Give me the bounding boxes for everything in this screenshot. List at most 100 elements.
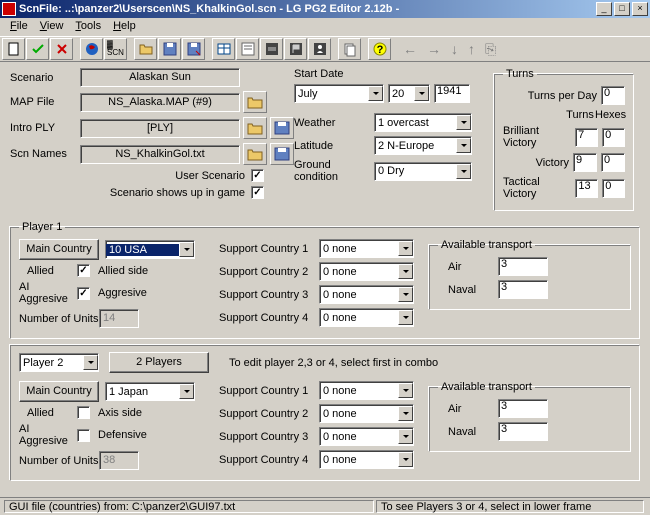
user-scn-checkbox[interactable]	[251, 169, 264, 182]
p1-air-input[interactable]: 3	[498, 257, 548, 276]
v-hex-input[interactable]: 0	[601, 153, 625, 172]
map-file-field[interactable]: NS_Alaska.MAP (#9)	[80, 93, 240, 112]
chevron-down-icon[interactable]	[398, 406, 413, 421]
shows-checkbox[interactable]	[251, 186, 264, 199]
chevron-down-icon[interactable]	[398, 452, 413, 467]
tv-turns-input[interactable]: 13	[575, 179, 598, 198]
p1-main-country-button[interactable]: Main Country	[19, 239, 99, 260]
bv-turns-input[interactable]: 7	[575, 128, 598, 147]
weather-select[interactable]: 1 overcast	[374, 113, 472, 132]
close-button[interactable]: ×	[632, 2, 648, 16]
year-input[interactable]: 1941	[434, 84, 470, 103]
p1-ai-desc: Aggresive	[98, 287, 147, 299]
menu-view[interactable]: View	[34, 20, 70, 34]
tb-save-icon[interactable]	[158, 38, 181, 60]
players-count-button[interactable]: 2 Players	[109, 352, 209, 373]
scn-browse-button[interactable]	[243, 143, 267, 165]
tb-help-icon[interactable]: ?	[368, 38, 391, 60]
chevron-down-icon[interactable]	[414, 86, 429, 101]
chevron-down-icon[interactable]	[179, 242, 194, 257]
scn-txt-field[interactable]: NS_KhalkinGol.txt	[80, 145, 240, 164]
tb-close-icon[interactable]	[50, 38, 73, 60]
scn-label: Scn Names	[10, 148, 80, 160]
p1-sc2-select[interactable]: 0 none	[319, 262, 414, 281]
p1-sc3-select[interactable]: 0 none	[319, 285, 414, 304]
latitude-select[interactable]: 2 N-Europe	[374, 136, 472, 155]
tb-table-icon[interactable]	[212, 38, 235, 60]
tb-flag-icon[interactable]	[284, 38, 307, 60]
scenario-name-field[interactable]: Alaskan Sun	[80, 68, 240, 87]
p2-main-country-button[interactable]: Main Country	[19, 381, 99, 402]
p2-naval-label: Naval	[438, 426, 498, 438]
map-browse-button[interactable]	[243, 91, 267, 113]
tb-open-icon[interactable]	[134, 38, 157, 60]
weather-label: Weather	[294, 117, 374, 129]
maximize-button[interactable]: □	[614, 2, 630, 16]
p2-allied-side: Axis side	[98, 407, 142, 419]
tb-globe-icon[interactable]	[80, 38, 103, 60]
chevron-down-icon[interactable]	[456, 164, 471, 179]
chevron-down-icon[interactable]	[368, 86, 383, 101]
tv-hex-input[interactable]: 0	[602, 179, 625, 198]
tb-unit-icon[interactable]	[260, 38, 283, 60]
start-date-label: Start Date	[294, 68, 344, 80]
p1-allied-checkbox[interactable]	[77, 264, 90, 277]
p1-main-country-select[interactable]: 10 USA	[105, 240, 195, 259]
svg-text:?: ?	[376, 44, 383, 56]
tb-ai-icon[interactable]	[308, 38, 331, 60]
title-bar: ScnFile: ..:\panzer2\Userscen\NS_Khalkin…	[0, 0, 650, 18]
chevron-down-icon[interactable]	[456, 115, 471, 130]
p2-air-input[interactable]: 3	[498, 399, 548, 418]
v-turns-input[interactable]: 9	[573, 153, 597, 172]
p2-allied-checkbox[interactable]	[77, 406, 90, 419]
player1-legend: Player 1	[19, 221, 65, 233]
chevron-down-icon[interactable]	[398, 310, 413, 325]
chevron-down-icon[interactable]	[398, 264, 413, 279]
tb-new-icon[interactable]	[2, 38, 25, 60]
chevron-down-icon[interactable]	[398, 383, 413, 398]
p2-sc3-select[interactable]: 0 none	[319, 427, 414, 446]
p2-main-country-select[interactable]: 1 Japan	[105, 382, 195, 401]
tb-scn-icon[interactable]: ▓SCN	[104, 38, 127, 60]
p2-sc2-select[interactable]: 0 none	[319, 404, 414, 423]
map-label: MAP File	[10, 96, 80, 108]
p1-naval-input[interactable]: 3	[498, 280, 548, 299]
tpd-input[interactable]: 0	[601, 86, 625, 105]
p1-ai-checkbox[interactable]	[77, 287, 90, 300]
menu-tools[interactable]: Tools	[69, 20, 107, 34]
p2-ai-desc: Defensive	[98, 429, 147, 441]
turns-legend: Turns	[503, 68, 537, 80]
menu-file[interactable]: File	[4, 20, 34, 34]
minimize-button[interactable]: _	[596, 2, 612, 16]
ply-browse-button[interactable]	[243, 117, 267, 139]
bv-hex-input[interactable]: 0	[602, 128, 625, 147]
p1-sc1-select[interactable]: 0 none	[319, 239, 414, 258]
scn-save-button[interactable]	[270, 143, 294, 165]
menu-help[interactable]: Help	[107, 20, 142, 34]
tb-properties-icon[interactable]	[236, 38, 259, 60]
chevron-down-icon[interactable]	[179, 384, 194, 399]
tb-saveas-icon[interactable]	[182, 38, 205, 60]
hdr-hexes: Hexes	[595, 109, 625, 121]
chevron-down-icon[interactable]	[398, 241, 413, 256]
chevron-down-icon[interactable]	[398, 287, 413, 302]
p1-sc4-select[interactable]: 0 none	[319, 308, 414, 327]
tb-check-icon[interactable]	[26, 38, 49, 60]
ground-select[interactable]: 0 Dry	[374, 162, 472, 181]
chevron-down-icon[interactable]	[83, 355, 98, 370]
p2-sc1-select[interactable]: 0 none	[319, 381, 414, 400]
p2-sc4-select[interactable]: 0 none	[319, 450, 414, 469]
chevron-down-icon[interactable]	[398, 429, 413, 444]
p2-units-label: Number of Units	[19, 455, 99, 467]
chevron-down-icon[interactable]	[456, 138, 471, 153]
player-nav-select[interactable]: Player 2	[19, 353, 99, 372]
ply-field[interactable]: [PLY]	[80, 119, 240, 138]
tb-copy-icon[interactable]	[338, 38, 361, 60]
nav-right-icon: →	[422, 41, 446, 57]
v-label: Victory	[536, 157, 569, 169]
p2-naval-input[interactable]: 3	[498, 422, 548, 441]
p2-ai-checkbox[interactable]	[77, 429, 90, 442]
month-select[interactable]: July	[294, 84, 384, 103]
ply-save-button[interactable]	[270, 117, 294, 139]
day-select[interactable]: 20	[388, 84, 430, 103]
